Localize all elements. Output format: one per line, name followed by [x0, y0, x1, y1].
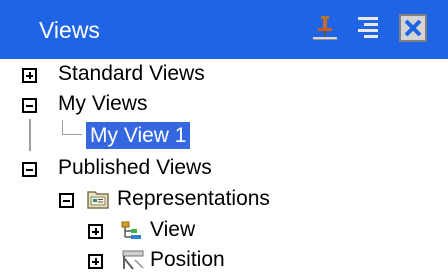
tree-node-published-views[interactable]: Published Views	[0, 153, 448, 183]
tree-node-view[interactable]: View	[0, 215, 448, 245]
expand-plus-icon[interactable]	[88, 254, 103, 269]
tree-node-label: My Views	[58, 92, 148, 115]
collapse-minus-icon[interactable]	[22, 98, 37, 113]
pin-icon[interactable]	[312, 14, 338, 42]
hierarchy-icon	[121, 221, 143, 241]
tree-node-label: Published Views	[58, 156, 212, 179]
collapse-minus-icon[interactable]	[59, 193, 74, 208]
tree-node-standard-views[interactable]: Standard Views	[0, 59, 448, 89]
panel-title: Views	[39, 17, 100, 43]
list-icon[interactable]	[355, 14, 381, 42]
views-panel: Views Standard Views My Views My View 1 …	[0, 0, 448, 273]
tree-node-label: View	[150, 218, 196, 241]
tree-node-label: Standard Views	[58, 62, 205, 85]
position-icon	[121, 250, 145, 270]
tree-node-representations[interactable]: Representations	[0, 184, 448, 214]
views-tree: Standard Views My Views My View 1 Publis…	[0, 59, 448, 273]
expand-plus-icon[interactable]	[88, 224, 103, 239]
title-bar: Views	[0, 0, 448, 59]
tree-node-my-views[interactable]: My Views	[0, 89, 448, 119]
tree-node-label: Position	[150, 248, 225, 271]
tree-node-label: Representations	[117, 187, 270, 210]
tree-node-position[interactable]: Position	[0, 245, 448, 275]
tree-node-my-view-1[interactable]: My View 1	[0, 121, 448, 151]
collapse-minus-icon[interactable]	[22, 162, 37, 177]
close-icon[interactable]	[399, 14, 427, 42]
expand-plus-icon[interactable]	[22, 68, 37, 83]
folder-icon	[87, 189, 109, 209]
tree-node-label: My View 1	[86, 122, 191, 149]
